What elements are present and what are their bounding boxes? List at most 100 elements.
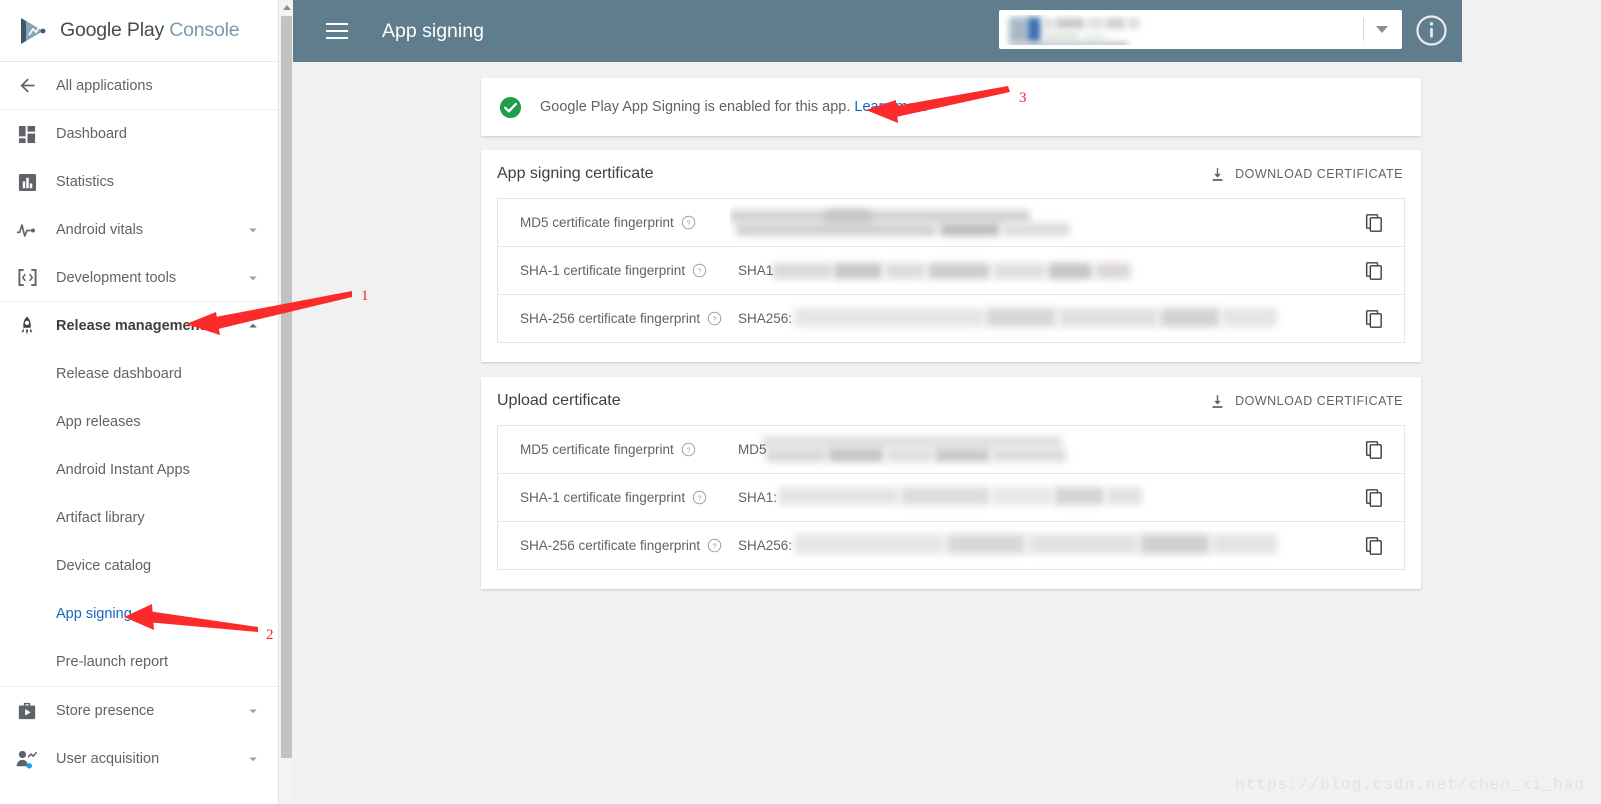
- sidebar-item-pre-launch-report-label: Pre-launch report: [56, 654, 169, 670]
- fingerprint-value[interactable]: SHA256:: [730, 295, 1344, 343]
- sidebar-item-dashboard-label: Dashboard: [56, 126, 127, 142]
- sidebar-item-release-management-label: Release management: [56, 318, 205, 334]
- sidebar-item-statistics-label: Statistics: [56, 174, 115, 190]
- fingerprint-label-text: SHA-256 certificate fingerprint: [520, 538, 701, 553]
- brand-word-2: Console: [169, 19, 240, 41]
- learn-more-link[interactable]: Learn more: [854, 99, 928, 115]
- dropdown-caret-icon[interactable]: [1376, 26, 1388, 33]
- fingerprint-value[interactable]: SHA1:: [730, 474, 1344, 522]
- sidebar-item-app-signing[interactable]: App signing: [0, 590, 278, 638]
- chevron-down-icon[interactable]: [244, 269, 262, 287]
- arrow-left-icon: [14, 75, 40, 97]
- help-circle-icon[interactable]: ?: [681, 215, 696, 230]
- sidebar-scrollbar[interactable]: [278, 0, 293, 804]
- help-circle-icon[interactable]: ?: [692, 490, 707, 505]
- app-selector-value: [1003, 15, 1183, 45]
- fingerprint-prefix: SHA1:: [738, 490, 778, 505]
- code-brackets-icon: [14, 267, 40, 289]
- store-icon: [14, 700, 40, 722]
- banner-text: Google Play App Signing is enabled for t…: [540, 99, 929, 115]
- card-title: App signing certificate: [497, 165, 654, 182]
- download-certificate-button[interactable]: DOWNLOAD CERTIFICATE: [1209, 166, 1403, 183]
- copy-button[interactable]: [1344, 536, 1404, 556]
- download-certificate-button[interactable]: DOWNLOAD CERTIFICATE: [1209, 393, 1403, 410]
- sidebar-back-label: All applications: [56, 77, 153, 94]
- chevron-down-icon[interactable]: [244, 702, 262, 720]
- copy-button[interactable]: [1344, 440, 1404, 460]
- copy-button[interactable]: [1344, 488, 1404, 508]
- sidebar-back-all-applications[interactable]: All applications: [0, 62, 278, 110]
- page-title: App signing: [382, 19, 484, 42]
- app-selector-dropdown[interactable]: [999, 10, 1402, 49]
- fingerprint-label: MD5 certificate fingerprint ?: [498, 442, 730, 457]
- svg-text:?: ?: [713, 314, 717, 323]
- chevron-down-icon[interactable]: [244, 221, 262, 239]
- sidebar-item-app-signing-label: App signing: [56, 606, 132, 622]
- sidebar-item-android-vitals-label: Android vitals: [56, 222, 144, 238]
- copy-icon: [1364, 488, 1384, 508]
- svg-text:?: ?: [713, 541, 717, 550]
- help-circle-icon[interactable]: ?: [681, 442, 696, 457]
- chevron-down-icon[interactable]: [244, 750, 262, 768]
- fingerprint-prefix: SHA256:: [738, 538, 793, 553]
- annotation-number-2: 2: [266, 627, 274, 643]
- bar-chart-icon: [14, 171, 40, 193]
- fingerprint-value[interactable]: SHA1: [730, 247, 1344, 295]
- fingerprint-value[interactable]: MD5: [730, 426, 1344, 474]
- sidebar-item-android-vitals[interactable]: Android vitals: [0, 206, 278, 254]
- sidebar-item-app-releases[interactable]: App releases: [0, 398, 278, 446]
- sidebar-item-release-dashboard[interactable]: Release dashboard: [0, 350, 278, 398]
- svg-text:?: ?: [686, 218, 690, 227]
- sidebar-item-store-presence[interactable]: Store presence: [0, 687, 278, 735]
- hamburger-menu-icon[interactable]: [326, 23, 348, 39]
- fingerprint-value[interactable]: [730, 199, 1344, 247]
- help-circle-icon[interactable]: ?: [692, 263, 707, 278]
- sidebar-item-artifact-library[interactable]: Artifact library: [0, 494, 278, 542]
- selector-divider: [1363, 18, 1364, 41]
- annotation-number-1: 1: [361, 288, 369, 304]
- help-circle-icon[interactable]: ?: [707, 538, 722, 553]
- sidebar-item-statistics[interactable]: Statistics: [0, 158, 278, 206]
- table-row: SHA-256 certificate fingerprint ? SHA256…: [498, 522, 1404, 570]
- green-check-circle-icon: [499, 96, 522, 119]
- fingerprint-label: MD5 certificate fingerprint ?: [498, 215, 730, 230]
- sidebar-item-release-management[interactable]: Release management: [0, 302, 278, 350]
- brand-header: Google Play Console: [0, 0, 278, 62]
- sidebar-item-development-tools[interactable]: Development tools: [0, 254, 278, 302]
- sidebar-item-android-instant-apps[interactable]: Android Instant Apps: [0, 446, 278, 494]
- download-icon: [1209, 166, 1226, 183]
- sidebar-item-app-releases-label: App releases: [56, 414, 141, 430]
- fingerprint-label-text: SHA-1 certificate fingerprint: [520, 490, 686, 505]
- scroll-up-arrow-icon[interactable]: [279, 0, 294, 14]
- banner-message: Google Play App Signing is enabled for t…: [540, 99, 851, 115]
- copy-icon: [1364, 440, 1384, 460]
- play-console-logo-icon: [18, 16, 48, 46]
- fingerprint-label: SHA-256 certificate fingerprint ?: [498, 538, 730, 553]
- copy-icon: [1364, 309, 1384, 329]
- chevron-up-icon[interactable]: [244, 317, 262, 335]
- copy-button[interactable]: [1344, 261, 1404, 281]
- copy-button[interactable]: [1344, 309, 1404, 329]
- svg-text:?: ?: [697, 266, 701, 275]
- sidebar-scrollbar-thumb[interactable]: [281, 16, 292, 758]
- sidebar-item-dashboard[interactable]: Dashboard: [0, 110, 278, 158]
- annotation-number-3: 3: [1019, 90, 1027, 106]
- sidebar-item-device-catalog[interactable]: Device catalog: [0, 542, 278, 590]
- info-circle-icon[interactable]: [1415, 14, 1448, 47]
- fingerprint-prefix: MD5: [738, 442, 767, 457]
- table-row: SHA-1 certificate fingerprint ? SHA1: [498, 247, 1404, 295]
- sidebar-item-pre-launch-report[interactable]: Pre-launch report: [0, 638, 278, 686]
- sidebar-item-android-instant-apps-label: Android Instant Apps: [56, 462, 190, 478]
- download-icon: [1209, 393, 1226, 410]
- watermark-text: https://blog.csdn.net/chen_xi_hao: [1235, 776, 1585, 794]
- copy-icon: [1364, 261, 1384, 281]
- sidebar-item-user-acquisition[interactable]: User acquisition: [0, 735, 278, 783]
- copy-button[interactable]: [1344, 213, 1404, 233]
- app-signing-status-banner: Google Play App Signing is enabled for t…: [481, 78, 1421, 136]
- table-row: MD5 certificate fingerprint ?: [498, 199, 1404, 247]
- sidebar-item-development-tools-label: Development tools: [56, 269, 177, 286]
- copy-icon: [1364, 536, 1384, 556]
- help-circle-icon[interactable]: ?: [707, 311, 722, 326]
- fingerprint-value[interactable]: SHA256:: [730, 522, 1344, 570]
- card-header: Upload certificate DOWNLOAD CERTIFICATE: [481, 377, 1421, 425]
